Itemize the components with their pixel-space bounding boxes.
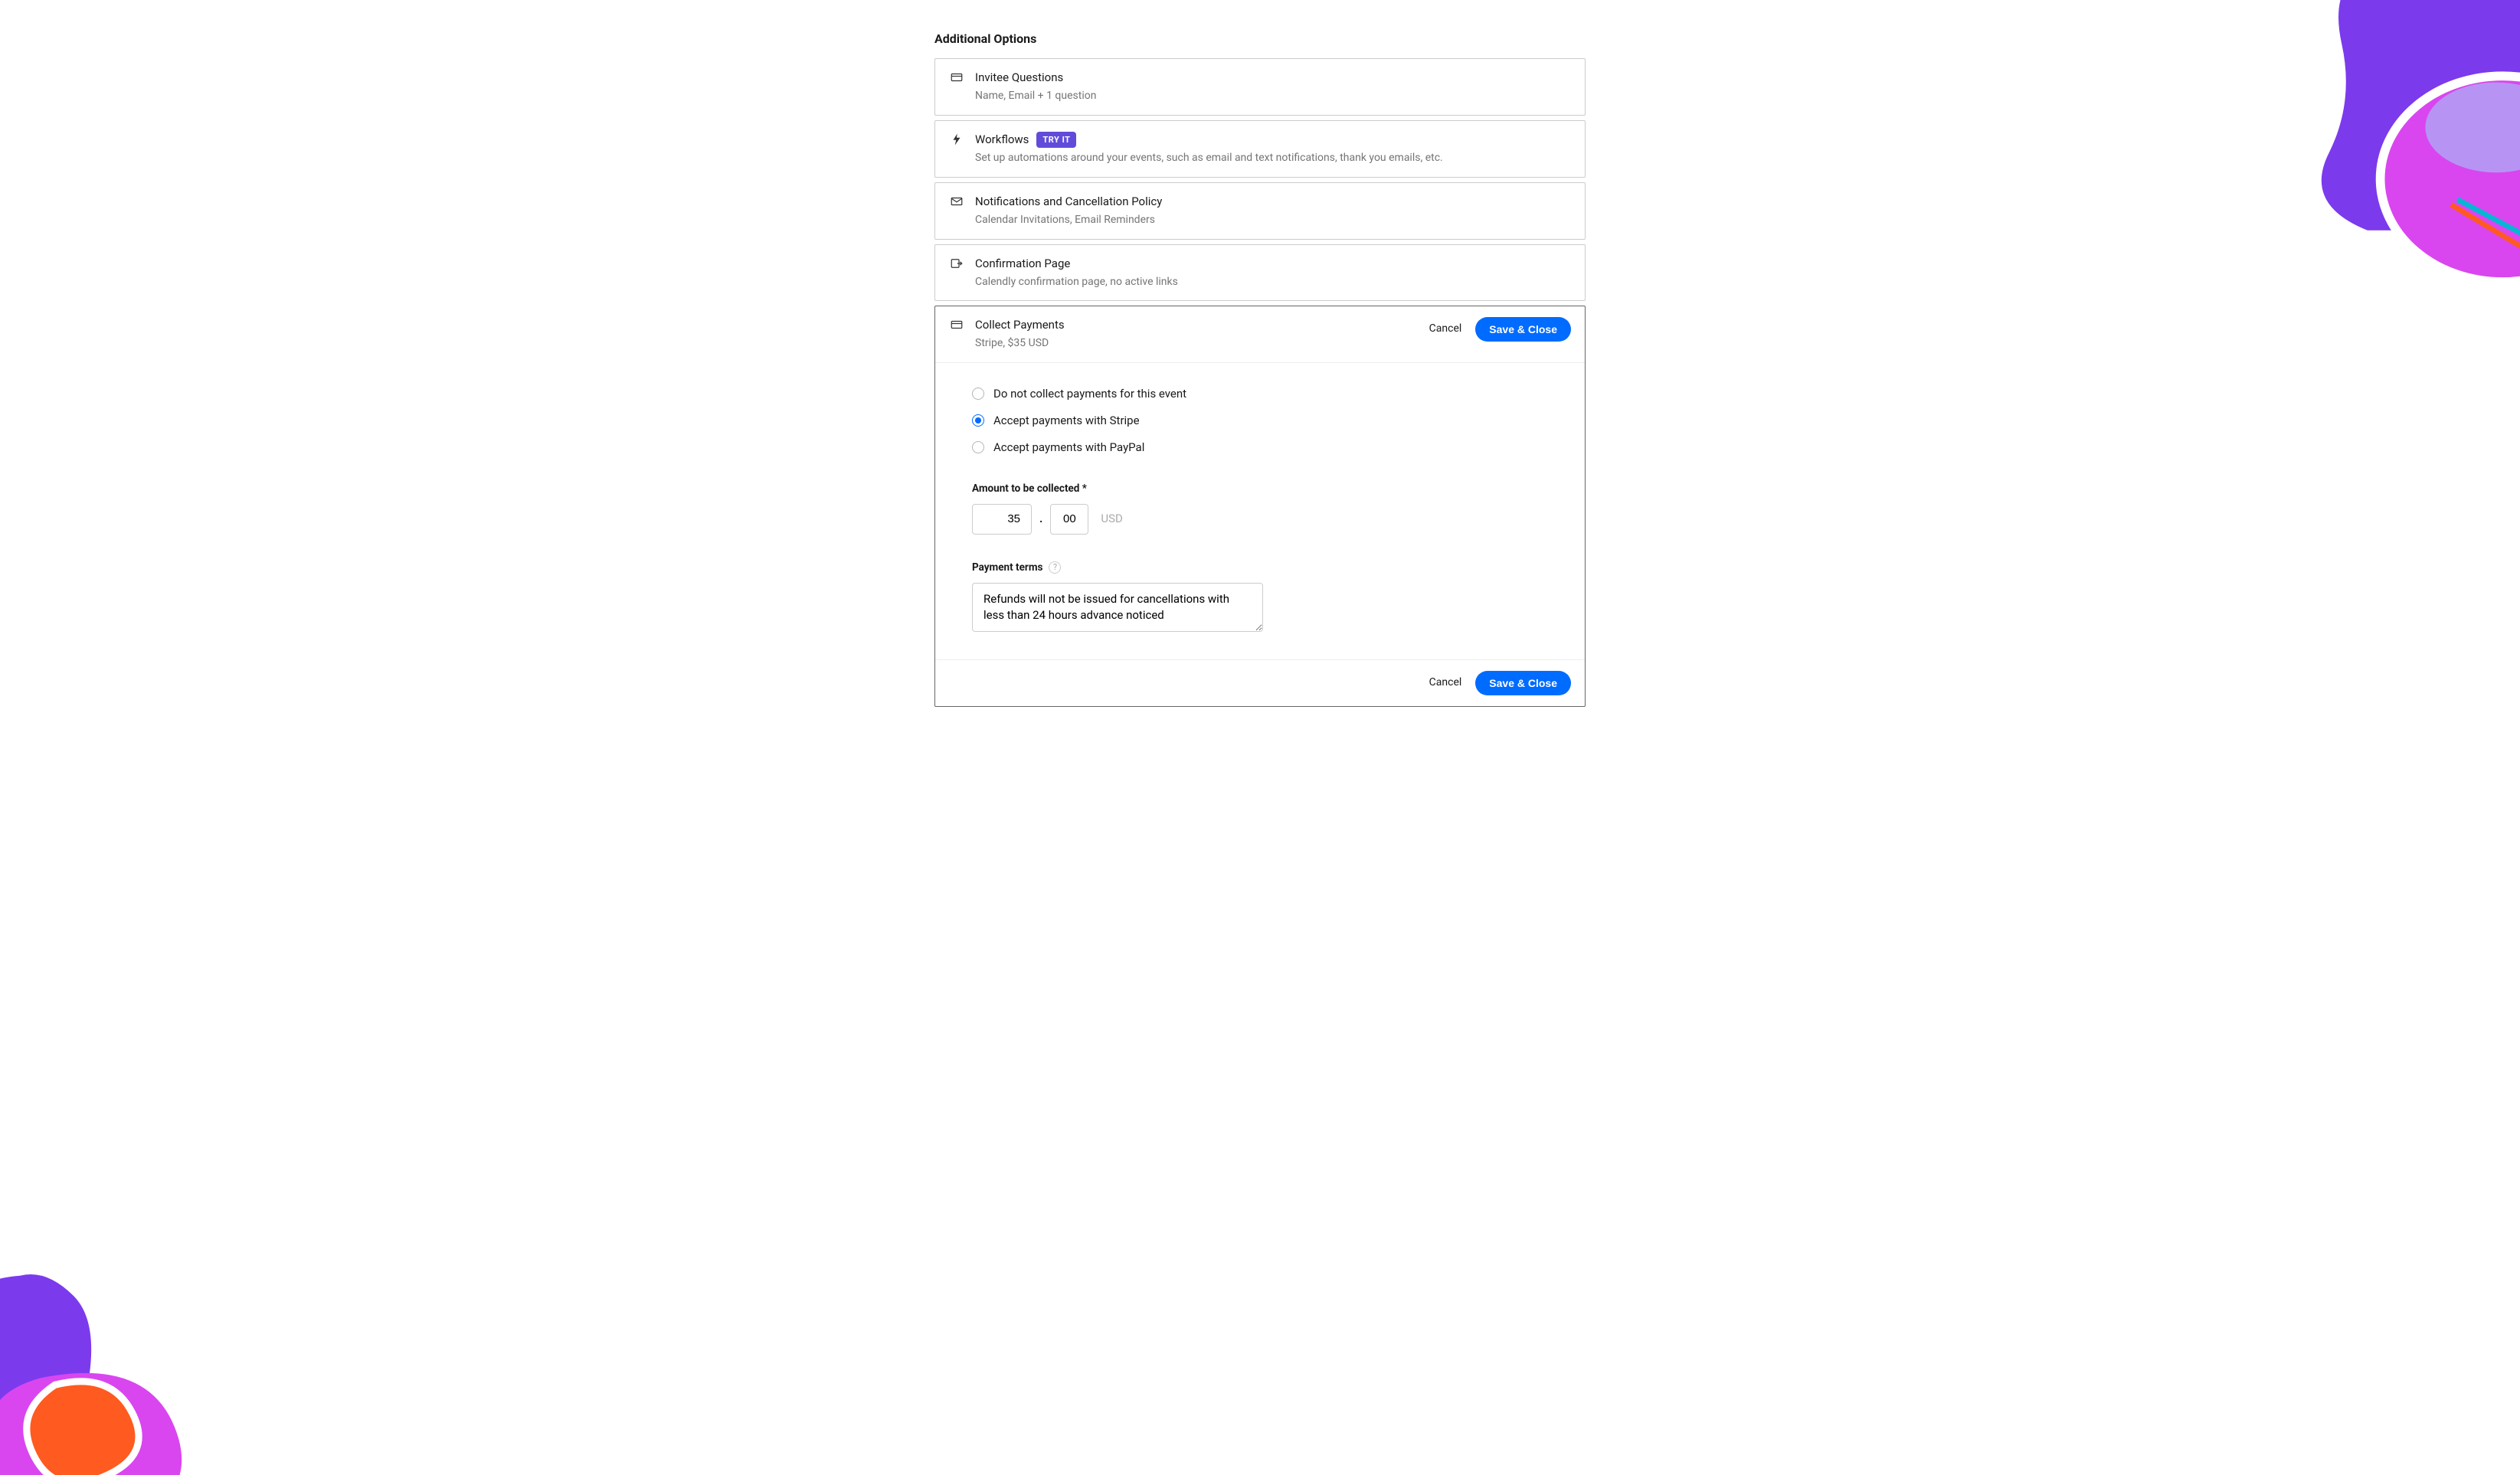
save-close-button[interactable]: Save & Close (1475, 317, 1571, 342)
radio-stripe[interactable]: Accept payments with Stripe (972, 413, 1548, 429)
panel-title: Invitee Questions (975, 70, 1063, 86)
panel-header: Collect Payments Stripe, $35 USD Cancel … (935, 306, 1585, 363)
form-icon (949, 70, 964, 85)
panel-invitee-questions[interactable]: Invitee Questions Name, Email + 1 questi… (934, 58, 1586, 116)
panel-title: Collect Payments (975, 317, 1065, 333)
radio-icon (972, 414, 984, 427)
panel-confirmation-page[interactable]: Confirmation Page Calendly confirmation … (934, 244, 1586, 302)
radio-no-payments[interactable]: Do not collect payments for this event (972, 386, 1548, 402)
decimal-separator: . (1039, 511, 1042, 527)
panel-subtitle: Stripe, $35 USD (975, 336, 1065, 352)
panel-title: Workflows (975, 132, 1029, 148)
radio-label: Accept payments with Stripe (993, 413, 1140, 429)
radio-icon (972, 441, 984, 453)
panel-title: Confirmation Page (975, 256, 1070, 272)
panel-subtitle: Calendly confirmation page, no active li… (975, 275, 1178, 290)
panel-collect-payments: Collect Payments Stripe, $35 USD Cancel … (934, 306, 1586, 706)
cancel-button[interactable]: Cancel (1429, 322, 1462, 337)
radio-paypal[interactable]: Accept payments with PayPal (972, 440, 1548, 456)
amount-cents-input[interactable] (1050, 504, 1088, 535)
terms-label: Payment terms (972, 561, 1042, 575)
cancel-button[interactable]: Cancel (1429, 675, 1462, 691)
currency-label: USD (1101, 511, 1122, 527)
help-icon[interactable]: ? (1049, 561, 1061, 574)
payment-method-radio-group: Do not collect payments for this event A… (972, 386, 1548, 456)
radio-label: Do not collect payments for this event (993, 386, 1186, 402)
panel-subtitle: Calendar Invitations, Email Reminders (975, 213, 1162, 228)
panel-title: Notifications and Cancellation Policy (975, 194, 1162, 210)
panel-subtitle: Name, Email + 1 question (975, 89, 1096, 104)
lightning-icon (949, 132, 964, 147)
section-title: Additional Options (934, 31, 1586, 47)
panel-footer: Cancel Save & Close (935, 659, 1585, 706)
card-icon (949, 317, 964, 332)
redirect-icon (949, 256, 964, 271)
radio-icon (972, 388, 984, 400)
panel-notifications[interactable]: Notifications and Cancellation Policy Ca… (934, 182, 1586, 240)
radio-label: Accept payments with PayPal (993, 440, 1144, 456)
amount-label: Amount to be collected * (972, 482, 1548, 496)
payment-terms-input[interactable] (972, 583, 1263, 632)
save-close-button[interactable]: Save & Close (1475, 671, 1571, 695)
try-it-badge: TRY IT (1036, 132, 1076, 148)
amount-dollars-input[interactable] (972, 504, 1032, 535)
panel-workflows[interactable]: Workflows TRY IT Set up automations arou… (934, 120, 1586, 178)
mail-icon (949, 194, 964, 209)
panel-subtitle: Set up automations around your events, s… (975, 151, 1443, 166)
